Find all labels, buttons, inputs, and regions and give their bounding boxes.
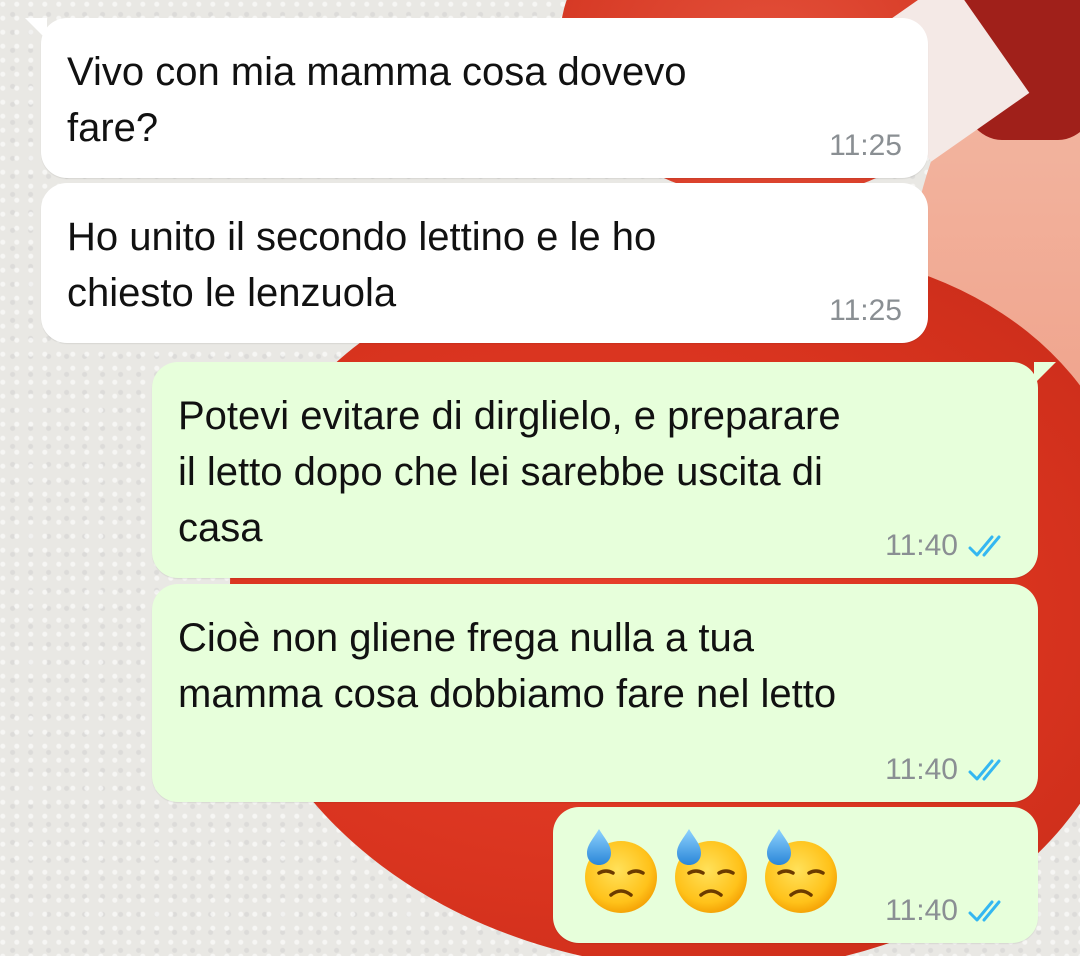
message-meta: 11:25: [829, 293, 902, 329]
message-time: 11:25: [829, 294, 902, 327]
message-text: Ho unito il secondo lettino e le ho chie…: [67, 215, 657, 315]
message-meta: 11:25: [829, 128, 902, 164]
message-meta: 11:40: [885, 528, 1012, 564]
message-time: 11:40: [885, 529, 958, 562]
message-time: 11:40: [885, 753, 958, 786]
double-check-read-icon: [968, 535, 1001, 557]
bubble-tail: [25, 18, 47, 40]
message-time: 11:25: [829, 129, 902, 162]
emoji-row: [579, 825, 843, 915]
outgoing-message-bubble[interactable]: Potevi evitare di dirglielo, e preparare…: [152, 362, 1056, 578]
message-meta: 11:40: [885, 752, 1012, 788]
double-check-read-icon: [968, 900, 1001, 922]
incoming-message-bubble[interactable]: Vivo con mia mamma cosa dovevo fare? 11:…: [25, 18, 928, 178]
outgoing-message-bubble[interactable]: 11:40: [553, 807, 1038, 943]
message-text: Cioè non gliene frega nulla a tua mamma …: [178, 616, 837, 716]
outgoing-message-bubble[interactable]: Cioè non gliene frega nulla a tua mamma …: [152, 584, 1038, 802]
message-text: Vivo con mia mamma cosa dovevo fare?: [67, 50, 687, 150]
downcast-face-with-sweat-icon: [675, 829, 747, 913]
bubble-tail: [1034, 362, 1056, 384]
double-check-read-icon: [968, 759, 1001, 781]
downcast-face-with-sweat-icon: [585, 829, 657, 913]
downcast-face-with-sweat-icon: [765, 829, 837, 913]
message-meta: 11:40: [885, 893, 1012, 929]
incoming-message-bubble[interactable]: Ho unito il secondo lettino e le ho chie…: [41, 183, 928, 343]
message-time: 11:40: [885, 894, 958, 927]
